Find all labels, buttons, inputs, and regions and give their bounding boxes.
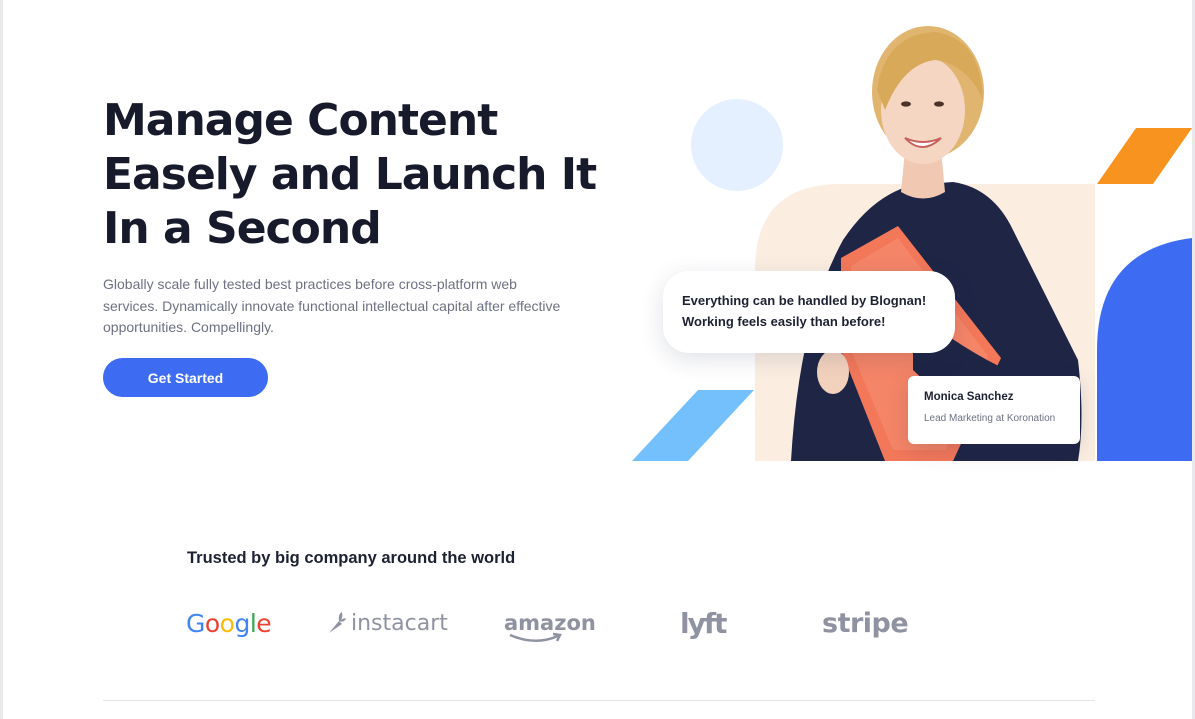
hero-title-line-1: Manage Content xyxy=(103,95,498,146)
instacart-logo: instacart xyxy=(325,598,448,648)
hero-description: Globally scale fully tested best practic… xyxy=(103,276,561,335)
landing-page: Manage Content Easely and Launch It In a… xyxy=(3,0,1192,719)
amazon-logo: amazon xyxy=(504,598,596,648)
decor-blue-shape xyxy=(1097,238,1192,461)
lyft-logo-text: lyft xyxy=(680,606,727,640)
carrot-icon xyxy=(329,612,346,633)
lyft-logo: lyft xyxy=(680,598,727,648)
hero-title-line-2: Easely and Launch It xyxy=(103,149,597,200)
company-logos: Google instacart amazon lyft stripe xyxy=(183,598,943,648)
quote-line-2: Working feels easily than before! xyxy=(682,314,886,329)
google-logo-text: Google xyxy=(186,608,272,638)
decor-orange-shape xyxy=(1097,128,1192,184)
testimonial-quote-card: Everything can be handled by Blognan! Wo… xyxy=(663,271,955,353)
quote-line-1: Everything can be handled by Blognan! xyxy=(682,293,927,308)
decor-lightblue-shape xyxy=(632,390,754,461)
stripe-logo-text: stripe xyxy=(822,607,909,639)
hero-title-line-3: In a Second xyxy=(103,203,382,254)
google-logo: Google xyxy=(186,598,272,648)
hero-title: Manage Content Easely and Launch It In a… xyxy=(103,94,623,256)
amazon-smile-icon xyxy=(509,632,562,642)
author-name: Monica Sanchez xyxy=(924,391,1014,403)
testimonial-author-card: Monica Sanchez Lead Marketing at Koronat… xyxy=(908,376,1080,444)
get-started-button[interactable]: Get Started xyxy=(103,358,268,397)
trusted-heading: Trusted by big company around the world xyxy=(187,549,516,567)
author-role: Lead Marketing at Koronation xyxy=(924,413,1056,424)
decor-circle xyxy=(691,99,783,191)
instacart-logo-text: instacart xyxy=(351,610,448,636)
section-divider xyxy=(103,700,1095,701)
stripe-logo: stripe xyxy=(822,598,909,648)
